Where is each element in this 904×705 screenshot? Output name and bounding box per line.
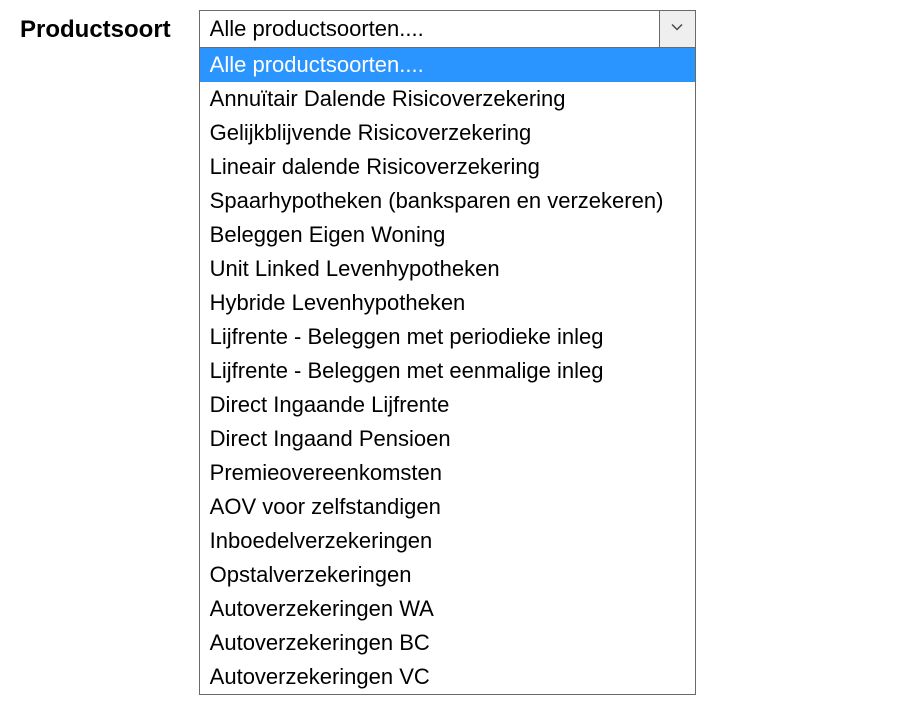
- dropdown-option[interactable]: Annuïtair Dalende Risicoverzekering: [200, 82, 695, 116]
- dropdown-option[interactable]: Autoverzekeringen VC: [200, 660, 695, 694]
- dropdown-option[interactable]: Lineair dalende Risicoverzekering: [200, 150, 695, 184]
- dropdown-option[interactable]: Lijfrente - Beleggen met periodieke inle…: [200, 320, 695, 354]
- form-row: Productsoort Alle productsoorten.... All…: [20, 10, 884, 695]
- dropdown-list: Alle productsoorten....Annuïtair Dalende…: [199, 48, 696, 695]
- dropdown-option[interactable]: Opstalverzekeringen: [200, 558, 695, 592]
- chevron-down-icon: [670, 20, 684, 39]
- dropdown-option[interactable]: Spaarhypotheken (banksparen en verzekere…: [200, 184, 695, 218]
- dropdown-option[interactable]: Direct Ingaand Pensioen: [200, 422, 695, 456]
- productsoort-label: Productsoort: [20, 10, 171, 44]
- dropdown-option[interactable]: Autoverzekeringen BC: [200, 626, 695, 660]
- select-display[interactable]: Alle productsoorten....: [199, 10, 696, 48]
- dropdown-option[interactable]: Gelijkblijvende Risicoverzekering: [200, 116, 695, 150]
- dropdown-option[interactable]: Unit Linked Levenhypotheken: [200, 252, 695, 286]
- dropdown-option[interactable]: Inboedelverzekeringen: [200, 524, 695, 558]
- productsoort-select: Alle productsoorten.... Alle productsoor…: [199, 10, 696, 695]
- dropdown-option[interactable]: Premieovereenkomsten: [200, 456, 695, 490]
- dropdown-option[interactable]: Alle productsoorten....: [200, 48, 695, 82]
- select-arrow-button[interactable]: [659, 11, 695, 47]
- dropdown-option[interactable]: AOV voor zelfstandigen: [200, 490, 695, 524]
- dropdown-option[interactable]: Hybride Levenhypotheken: [200, 286, 695, 320]
- dropdown-option[interactable]: Beleggen Eigen Woning: [200, 218, 695, 252]
- dropdown-option[interactable]: Direct Ingaande Lijfrente: [200, 388, 695, 422]
- select-current-value: Alle productsoorten....: [200, 11, 659, 47]
- dropdown-option[interactable]: Autoverzekeringen WA: [200, 592, 695, 626]
- dropdown-option[interactable]: Lijfrente - Beleggen met eenmalige inleg: [200, 354, 695, 388]
